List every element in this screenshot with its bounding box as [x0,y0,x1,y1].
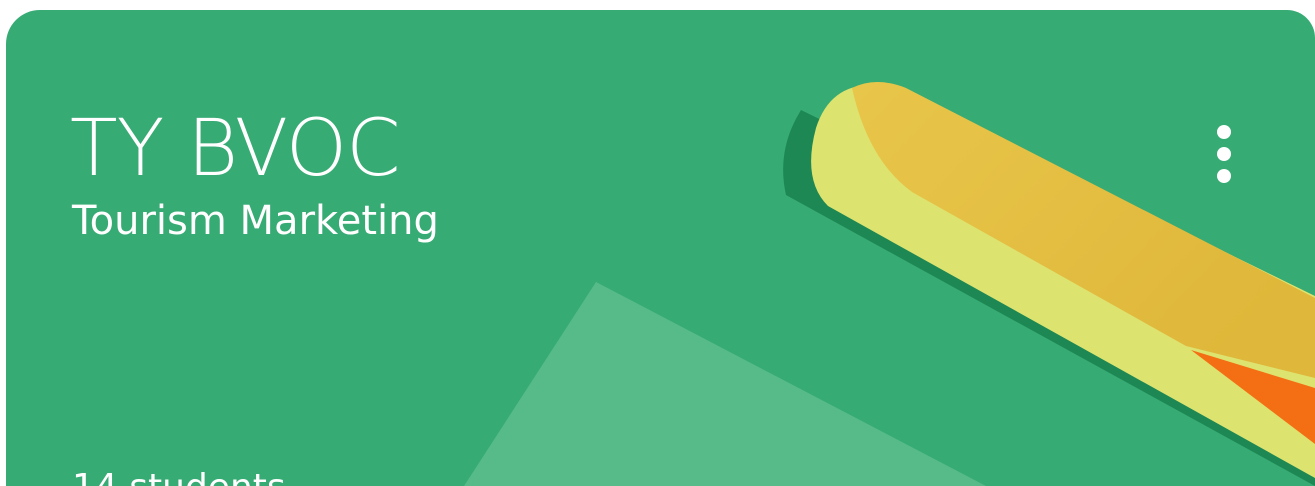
more-vert-icon-dot [1217,169,1231,183]
more-vert-icon-dot [1217,147,1231,161]
class-card[interactable]: TY BVOC Tourism Marketing 14 students [6,10,1315,486]
more-vert-icon-dot [1217,125,1231,139]
banner-illustration [464,82,1315,486]
more-vert-icon [1217,125,1231,183]
class-title[interactable]: TY BVOC [70,110,401,188]
student-count: 14 students [72,470,286,486]
class-section: Tourism Marketing [72,198,439,244]
more-options-button[interactable] [1192,114,1256,194]
mountain-shape [464,282,986,486]
